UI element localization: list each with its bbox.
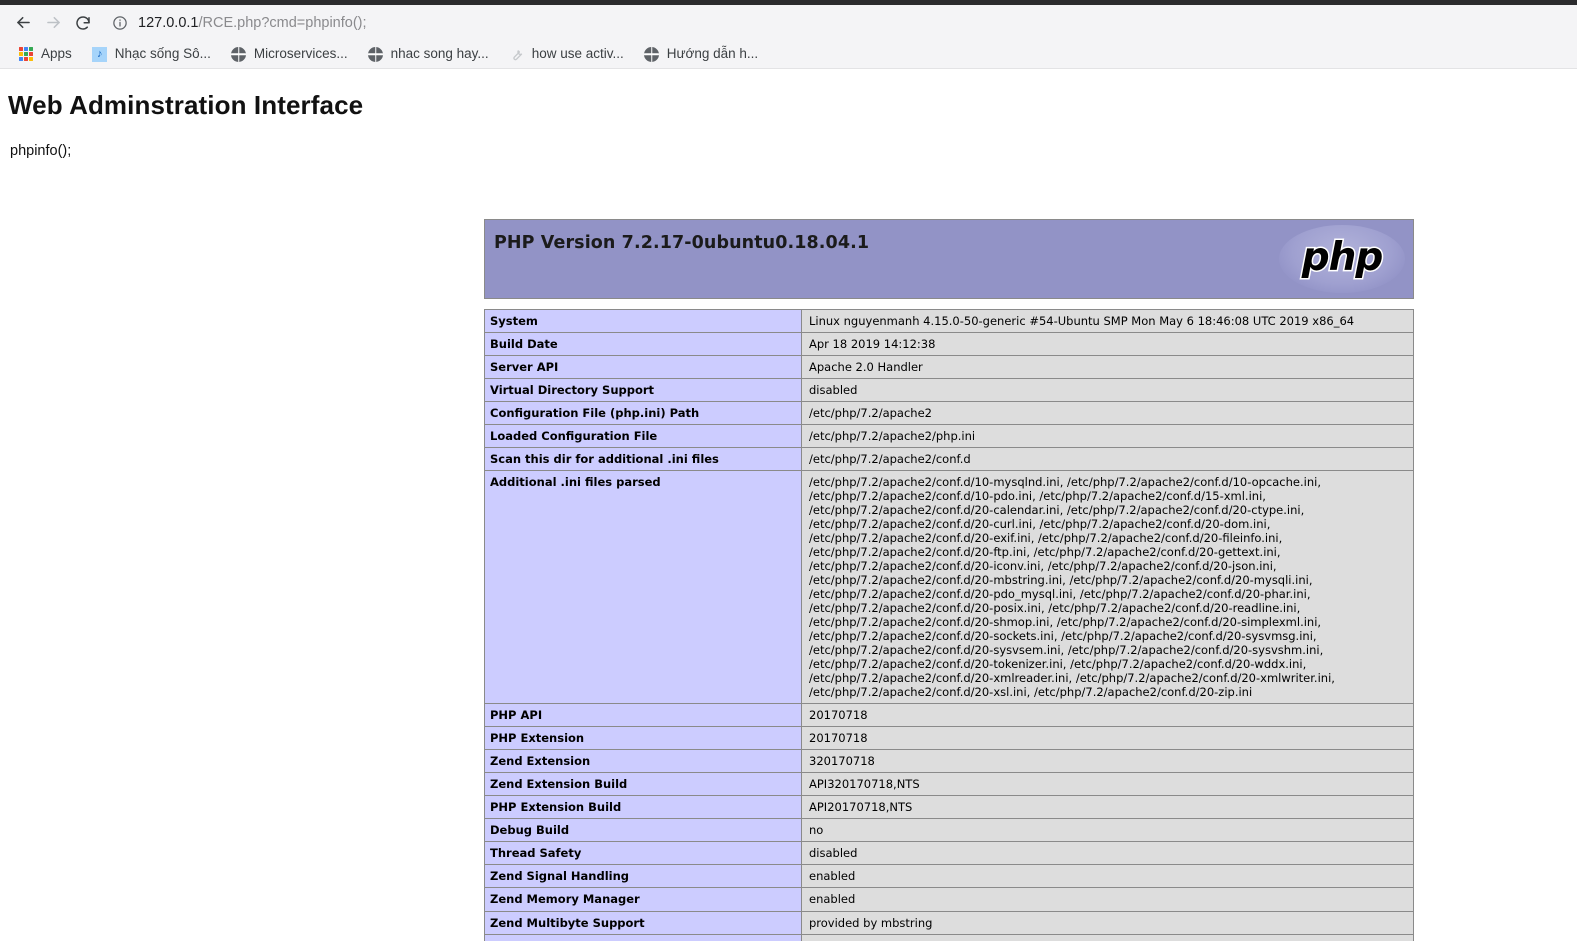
bookmark-item-1[interactable]: Microservices... [223, 42, 356, 66]
table-row: Zend Extension 320170718 [484, 749, 1414, 774]
forward-arrow-icon [44, 13, 63, 32]
phpinfo-output: PHP Version 7.2.17-0ubuntu0.18.04.1 php … [484, 219, 1414, 941]
bookmark-item-2[interactable]: nhac song hay... [360, 42, 497, 66]
url-host: 127.0.0.1 [138, 14, 199, 31]
address-bar[interactable]: 127.0.0.1/RCE.php?cmd=phpinfo(); [106, 9, 1577, 37]
table-row: Additional .ini files parsed/etc/php/7.2… [484, 470, 1414, 705]
phpinfo-value-cell: enabled [801, 887, 1414, 912]
apps-grid-icon [18, 46, 34, 62]
phpinfo-key-cell: PHP Extension [484, 726, 802, 751]
music-note-icon: ♪ [92, 46, 108, 62]
phpinfo-key-cell: IPv6 Support [484, 933, 802, 941]
phpinfo-value-cell: Linux nguyenmanh 4.15.0-50-generic #54-U… [801, 308, 1414, 334]
phpinfo-value-cell: provided by mbstring [801, 910, 1414, 935]
phpinfo-value-cell: Apache 2.0 Handler [801, 355, 1414, 380]
phpinfo-value-cell: Apr 18 2019 14:12:38 [801, 332, 1414, 357]
bookmark-label-2: nhac song hay... [390, 46, 489, 62]
bookmark-label-0: Nhạc sống Sô... [114, 46, 211, 62]
table-row: Build Date Apr 18 2019 14:12:38 [484, 332, 1414, 357]
phpinfo-key-cell: PHP Extension Build [484, 795, 802, 820]
phpinfo-key-cell: Zend Signal Handling [484, 864, 802, 889]
phpinfo-value-cell: no [801, 818, 1414, 843]
table-row: Thread Safety disabled [484, 841, 1414, 866]
back-button[interactable] [8, 8, 38, 38]
url-path: /RCE.php?cmd=phpinfo(); [198, 14, 367, 31]
phpinfo-key-cell: Debug Build [484, 818, 802, 843]
globe-icon [231, 46, 247, 62]
phpinfo-key-cell: Thread Safety [484, 841, 802, 866]
phpinfo-value-cell: /etc/php/7.2/apache2/php.ini [801, 424, 1414, 449]
phpinfo-key-cell: Zend Memory Manager [484, 887, 802, 912]
apps-shortcut-label: Apps [41, 46, 72, 62]
table-row: Zend Memory Manager enabled [484, 887, 1414, 912]
reload-icon [74, 14, 92, 32]
phpinfo-key-cell: Loaded Configuration File [484, 424, 802, 449]
bookmark-item-4[interactable]: Hướng dẫn h... [636, 42, 766, 66]
php-logo-icon: php [1279, 225, 1405, 293]
phpinfo-value-cell: enabled [801, 864, 1414, 889]
phpinfo-key-cell: PHP API [484, 703, 802, 728]
phpinfo-value-cell: 320170718 [801, 749, 1414, 774]
globe-icon [368, 46, 384, 62]
wrench-icon [509, 46, 525, 62]
php-logo-text: php [1300, 234, 1385, 280]
page-info-icon[interactable] [112, 15, 128, 31]
back-arrow-icon [14, 13, 33, 32]
table-row: PHP Version 7.2.17-0ubuntu0.18.04.1 php [484, 219, 1414, 299]
php-version-heading: PHP Version 7.2.17-0ubuntu0.18.04.1 [494, 233, 870, 253]
table-row: PHP API 20170718 [484, 703, 1414, 728]
bookmark-item-0[interactable]: ♪ Nhạc sống Sô... [84, 42, 219, 66]
phpinfo-key-cell: Zend Extension Build [484, 772, 802, 797]
phpinfo-key-cell: Virtual Directory Support [484, 378, 802, 403]
apps-shortcut[interactable]: Apps [10, 42, 80, 66]
phpinfo-banner: PHP Version 7.2.17-0ubuntu0.18.04.1 php [484, 219, 1414, 299]
table-row: Loaded Configuration File/etc/php/7.2/ap… [484, 424, 1414, 449]
phpinfo-key-cell: System [484, 308, 802, 334]
table-row: Scan this dir for additional .ini files /… [484, 447, 1414, 472]
bookmark-item-3[interactable]: how use activ... [501, 42, 632, 66]
command-echo-text: phpinfo(); [10, 143, 72, 159]
table-row: PHP Extension Build API20170718,NTS [484, 795, 1414, 820]
table-row: System Linux nguyenmanh 4.15.0-50-generic… [484, 308, 1414, 334]
bookmark-label-4: Hướng dẫn h... [666, 46, 759, 62]
phpinfo-key-cell: Additional .ini files parsed [484, 470, 802, 705]
table-row: IPv6 Supportenabled [484, 933, 1414, 941]
table-row: Server API Apache 2.0 Handler [484, 355, 1414, 380]
bookmarks-bar: Apps ♪ Nhạc sống Sô... Microservices... … [0, 40, 1577, 69]
globe-icon [644, 46, 660, 62]
phpinfo-value-cell: 20170718 [801, 726, 1414, 751]
page-content: Web Adminstration Interface phpinfo(); P… [0, 69, 1577, 941]
phpinfo-core-table: System Linux nguyenmanh 4.15.0-50-generic… [484, 308, 1414, 941]
phpinfo-value-cell: 20170718 [801, 703, 1414, 728]
table-row: Zend Multibyte Support provided by mbstri… [484, 910, 1414, 935]
bookmark-label-1: Microservices... [253, 46, 348, 62]
phpinfo-value-cell: /etc/php/7.2/apache2/conf.d [801, 447, 1414, 472]
phpinfo-banner-cell: PHP Version 7.2.17-0ubuntu0.18.04.1 php [484, 219, 1414, 299]
phpinfo-value-cell: disabled [801, 841, 1414, 866]
forward-button[interactable] [38, 8, 68, 38]
phpinfo-key-cell: Zend Extension [484, 749, 802, 774]
phpinfo-value-cell: API320170718,NTS [801, 772, 1414, 797]
phpinfo-value-cell: disabled [801, 378, 1414, 403]
phpinfo-value-cell: API20170718,NTS [801, 795, 1414, 820]
phpinfo-key-cell: Configuration File (php.ini) Path [484, 401, 802, 426]
phpinfo-core-table-body: System Linux nguyenmanh 4.15.0-50-generic… [484, 308, 1414, 941]
bookmark-label-3: how use activ... [531, 46, 624, 62]
phpinfo-key-cell: Server API [484, 355, 802, 380]
phpinfo-key-cell: Zend Multibyte Support [484, 910, 802, 935]
table-row: PHP Extension 20170718 [484, 726, 1414, 751]
table-row: Zend Extension Build API320170718,NTS [484, 772, 1414, 797]
phpinfo-value-cell: enabled [801, 933, 1414, 941]
reload-button[interactable] [68, 8, 98, 38]
table-row: Configuration File (php.ini) Path/etc/ph… [484, 401, 1414, 426]
browser-toolbar: 127.0.0.1/RCE.php?cmd=phpinfo(); [0, 5, 1577, 40]
phpinfo-value-cell: /etc/php/7.2/apache2 [801, 401, 1414, 426]
table-row: Virtual Directory Support disabled [484, 378, 1414, 403]
phpinfo-key-cell: Build Date [484, 332, 802, 357]
phpinfo-key-cell: Scan this dir for additional .ini files [484, 447, 802, 472]
phpinfo-value-cell: /etc/php/7.2/apache2/conf.d/10-mysqlnd.i… [801, 470, 1414, 705]
table-row: Zend Signal Handling enabled [484, 864, 1414, 889]
table-row: Debug Build no [484, 818, 1414, 843]
page-title: Web Adminstration Interface [8, 90, 364, 120]
